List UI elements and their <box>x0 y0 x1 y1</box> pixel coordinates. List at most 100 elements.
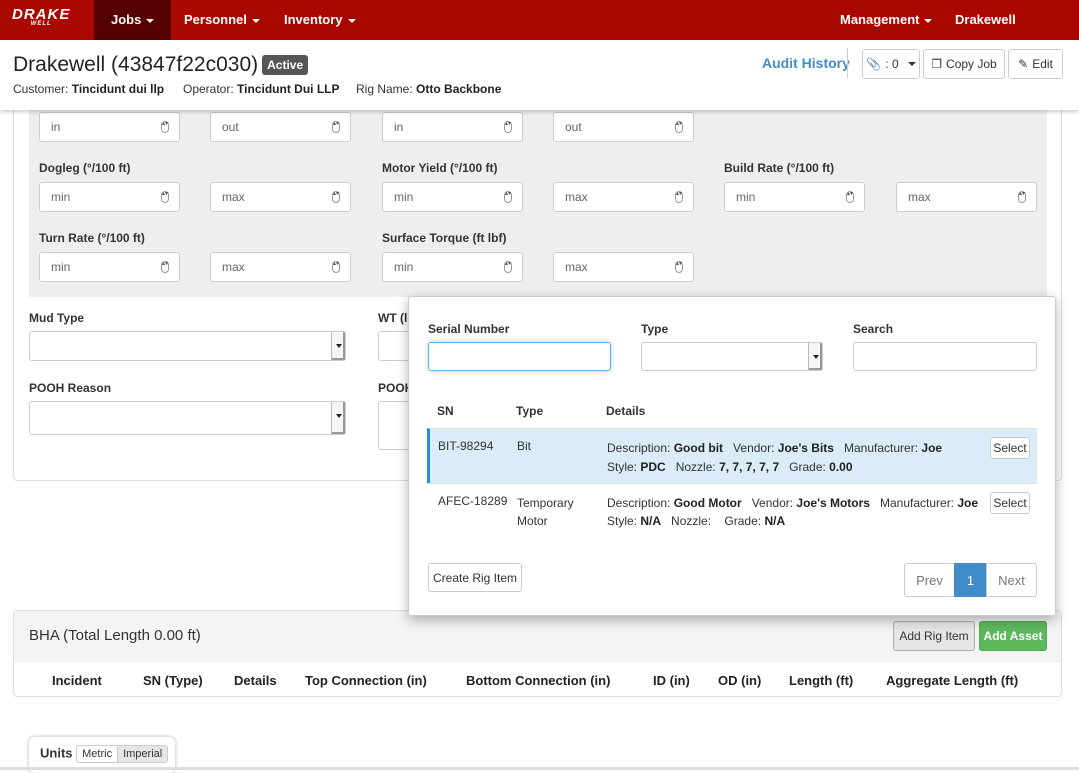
chevron-down-icon <box>331 332 345 360</box>
spinner-icon: ▴▾ <box>332 261 340 273</box>
turn-rate-label: Turn Rate (°/100 ft) <box>39 231 145 245</box>
turn-rate-min[interactable]: min ▴▾ <box>39 252 180 282</box>
col-aggregate-length: Aggregate Length (ft) <box>886 673 1019 688</box>
audit-history-link[interactable]: Audit History <box>762 55 850 71</box>
nav-inventory[interactable]: Inventory <box>267 0 373 40</box>
surface-torque-max[interactable]: max ▴▾ <box>553 252 694 282</box>
chevron-down-icon <box>808 343 822 370</box>
metric-button[interactable]: Metric <box>76 745 119 763</box>
caret-down-icon <box>347 18 356 23</box>
dogleg-label: Dogleg (°/100 ft) <box>39 161 131 175</box>
search-label: Search <box>853 322 894 336</box>
nav-support[interactable]: Drakewell Support <box>938 0 1079 67</box>
customer: Customer: Tincidunt dui llp <box>13 82 165 96</box>
add-asset-button[interactable]: Add Asset <box>979 621 1047 651</box>
spinner-icon: ▴▾ <box>504 261 512 273</box>
build-rate-label: Build Rate (°/100 ft) <box>724 161 835 175</box>
spinner-icon: ▴▾ <box>675 261 683 273</box>
surface-torque-min[interactable]: min ▴▾ <box>382 252 523 282</box>
col-length: Length (ft) <box>789 673 854 688</box>
rig-name: Rig Name: Otto Backbone <box>356 82 502 96</box>
copy-icon: ❐ <box>931 57 943 71</box>
motor-yield-min[interactable]: min ▴▾ <box>382 182 523 212</box>
create-rig-item-button[interactable]: Create Rig Item <box>428 563 522 592</box>
table-row[interactable]: BIT-98294 Bit Description: Good bit Vend… <box>427 428 1037 483</box>
dogleg-min[interactable]: min ▴▾ <box>39 182 180 212</box>
spinner-icon: ▴▾ <box>1018 191 1026 203</box>
caret-down-icon <box>146 18 155 23</box>
col-od: OD (in) <box>718 673 762 688</box>
serial-number-label: Serial Number <box>428 322 510 336</box>
rig-item-picker: Serial Number Type Search SN Type Detail… <box>408 296 1056 616</box>
add-rig-item-button[interactable]: Add Rig Item <box>893 621 975 651</box>
col-type: Type <box>516 404 544 418</box>
nav-management[interactable]: Management <box>823 0 949 40</box>
prev-page-button[interactable]: Prev <box>904 563 955 597</box>
col-id: ID (in) <box>653 673 690 688</box>
mud-type-select[interactable] <box>29 331 346 361</box>
spinner-icon: ▴▾ <box>161 121 169 133</box>
type-select[interactable] <box>641 342 823 371</box>
spinner-icon: ▴▾ <box>332 121 340 133</box>
col-bottom-connection: Bottom Connection (in) <box>466 673 611 688</box>
edit-icon: ✎ <box>1018 57 1029 71</box>
status-badge: Active <box>262 55 309 76</box>
build-rate-max[interactable]: max ▴▾ <box>896 182 1037 212</box>
turn-rate-max[interactable]: max ▴▾ <box>210 252 351 282</box>
page-1-button[interactable]: 1 <box>954 563 987 597</box>
table-row[interactable]: AFEC-18289 Temporary Motor Description: … <box>427 483 1037 541</box>
dogleg-max[interactable]: max ▴▾ <box>210 182 351 212</box>
caret-down-icon <box>251 18 260 23</box>
navbar: DRAKE WELL Jobs Personnel Inventory Manag… <box>0 0 1079 67</box>
bha-title: BHA (Total Length 0.00 ft) <box>29 627 201 644</box>
spinner-icon: ▴▾ <box>846 191 854 203</box>
paperclip-icon: 📎 <box>866 57 882 71</box>
inclination-out-input[interactable]: out ▴▾ <box>210 112 351 142</box>
logo[interactable]: DRAKE WELL <box>12 6 70 27</box>
spinner-icon: ▴▾ <box>504 191 512 203</box>
pooh-reason-select[interactable] <box>29 401 346 435</box>
col-sn-type: SN (Type) <box>143 673 203 688</box>
wt-label: WT (ll <box>378 311 411 325</box>
col-top-connection: Top Connection (in) <box>305 673 427 688</box>
edit-button[interactable]: ✎ Edit <box>1008 49 1063 79</box>
bha-card: BHA (Total Length 0.00 ft) Add Rig Item … <box>13 610 1062 697</box>
spinner-icon: ▴▾ <box>504 121 512 133</box>
job-header: Drakewell (43847f22c030) Active Customer:… <box>0 40 1079 110</box>
divider <box>847 48 848 78</box>
caret-down-icon <box>924 18 933 23</box>
nav-personnel[interactable]: Personnel <box>167 0 277 40</box>
spinner-icon: ▴▾ <box>675 121 683 133</box>
spinner-icon: ▴▾ <box>332 191 340 203</box>
page-title: Drakewell (43847f22c030) Active <box>13 53 309 77</box>
nav-jobs[interactable]: Jobs <box>94 0 172 40</box>
serial-number-input[interactable] <box>428 342 611 371</box>
row-sn: AFEC-18289 <box>438 494 508 508</box>
attachments-button[interactable]: 📎: 0 <box>862 49 920 79</box>
select-button[interactable]: Select <box>990 437 1030 459</box>
row-type: Bit <box>517 439 532 453</box>
azimuth-out-input[interactable]: out ▴▾ <box>553 112 694 142</box>
spinner-icon: ▴▾ <box>675 191 683 203</box>
pooh-reason-label: POOH Reason <box>29 381 112 395</box>
imperial-button[interactable]: Imperial <box>117 745 169 763</box>
copy-job-button[interactable]: ❐ Copy Job <box>923 49 1005 79</box>
surface-torque-label: Surface Torque (ft lbf) <box>382 231 507 245</box>
motor-yield-max[interactable]: max ▴▾ <box>553 182 694 212</box>
row-type: Temporary Motor <box>517 496 574 528</box>
type-label: Type <box>641 322 669 336</box>
motor-yield-label: Motor Yield (°/100 ft) <box>382 161 498 175</box>
chevron-down-icon <box>331 402 345 434</box>
inclination-in-input[interactable]: in ▴▾ <box>39 112 180 142</box>
row-details: Description: Good bit Vendor: Joe's Bits… <box>607 441 943 474</box>
azimuth-in-input[interactable]: in ▴▾ <box>382 112 523 142</box>
row-details: Description: Good Motor Vendor: Joe's Mo… <box>607 496 979 528</box>
search-input[interactable] <box>853 342 1037 371</box>
next-page-button[interactable]: Next <box>986 563 1037 597</box>
units-label: Units <box>40 745 73 761</box>
build-rate-min[interactable]: min ▴▾ <box>724 182 865 212</box>
mud-type-label: Mud Type <box>29 311 85 325</box>
spinner-icon: ▴▾ <box>161 191 169 203</box>
select-button[interactable]: Select <box>990 492 1030 514</box>
col-incident: Incident <box>52 673 102 688</box>
